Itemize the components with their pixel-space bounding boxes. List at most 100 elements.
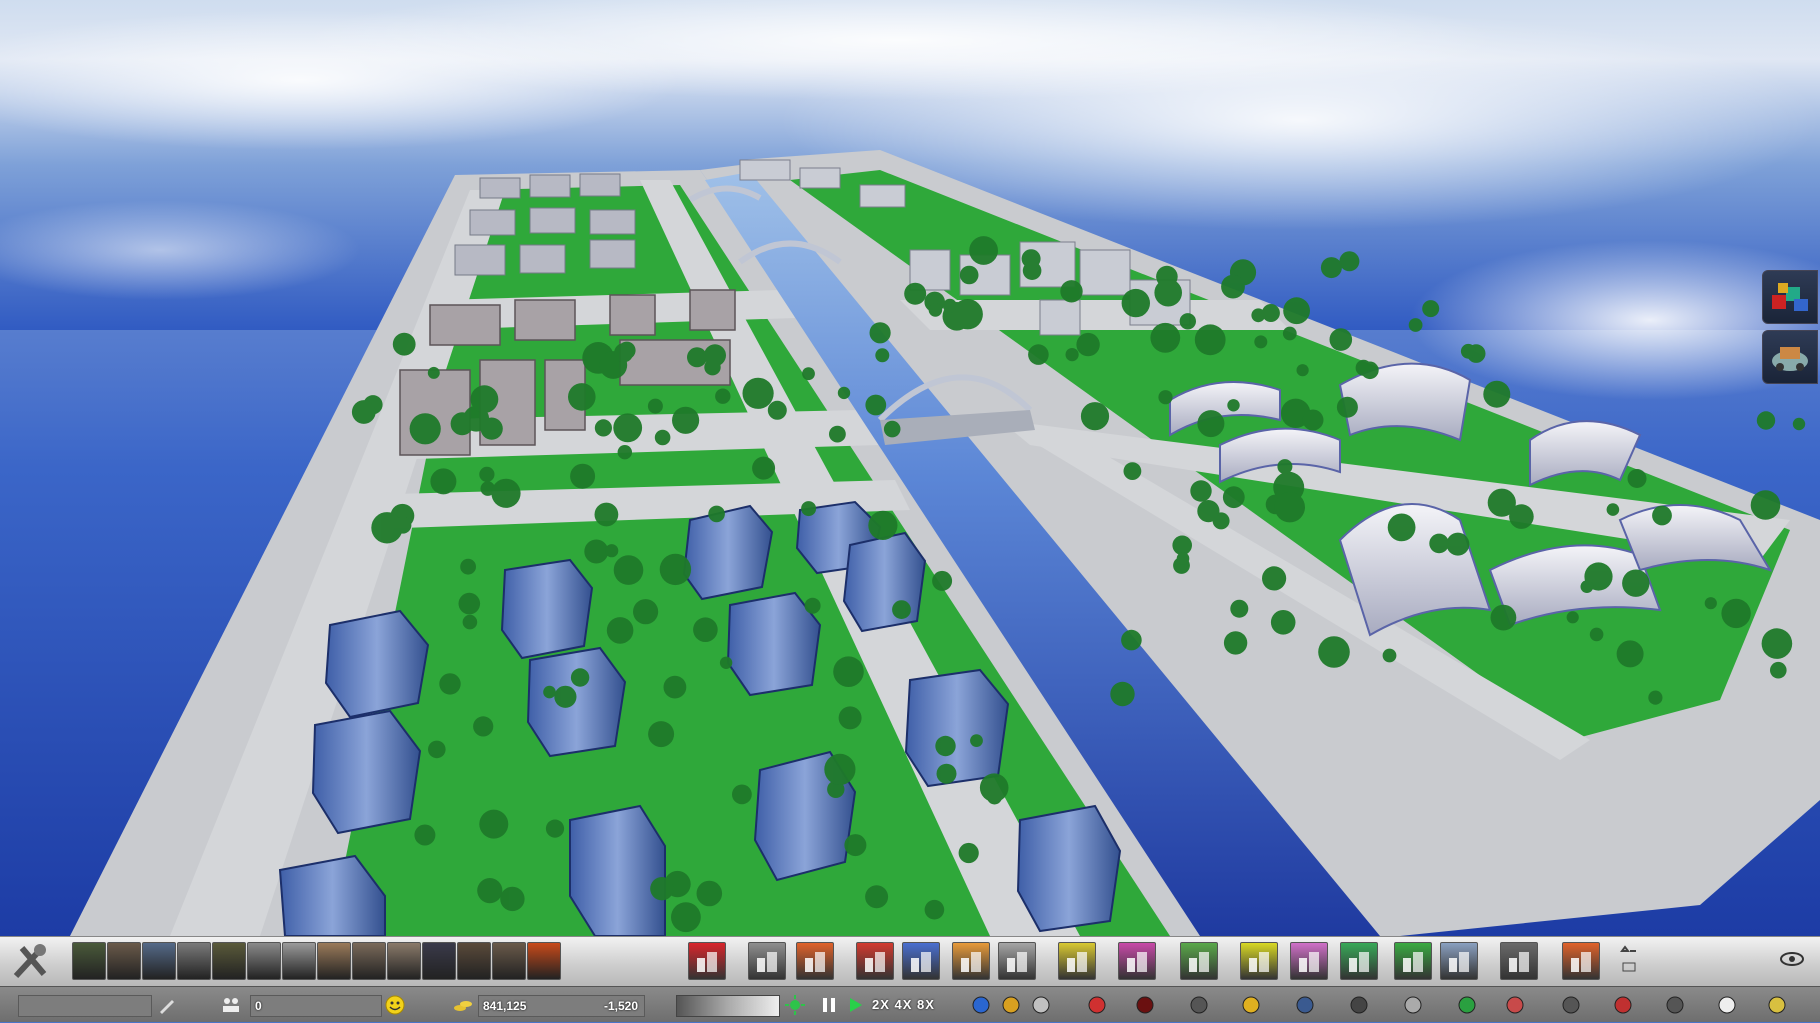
crime-icon[interactable] bbox=[1402, 994, 1424, 1016]
zone-storage-button[interactable] bbox=[1500, 942, 1538, 980]
nature-tool[interactable] bbox=[72, 942, 106, 980]
zone-road-button[interactable] bbox=[748, 942, 786, 980]
tree bbox=[865, 885, 889, 909]
goods-tool[interactable] bbox=[492, 942, 526, 980]
money-value: 841,125 bbox=[483, 999, 527, 1013]
tree bbox=[1490, 604, 1517, 631]
tree bbox=[648, 721, 675, 748]
cow-icon[interactable] bbox=[1716, 994, 1738, 1016]
tree bbox=[869, 322, 891, 344]
tree bbox=[928, 303, 943, 317]
tree bbox=[654, 429, 671, 446]
happiness-icon[interactable] bbox=[384, 994, 406, 1016]
factory-tool[interactable] bbox=[282, 942, 316, 980]
mining-tool[interactable] bbox=[107, 942, 141, 980]
home-icon[interactable] bbox=[1560, 994, 1582, 1016]
zone-civic-button[interactable] bbox=[1240, 942, 1278, 980]
stats-tool[interactable] bbox=[142, 942, 176, 980]
tree bbox=[942, 298, 957, 313]
zone-office-button[interactable] bbox=[998, 942, 1036, 980]
info-icon[interactable] bbox=[970, 994, 992, 1016]
zone-culture-button[interactable] bbox=[1290, 942, 1328, 980]
tree bbox=[959, 265, 979, 285]
tree bbox=[1770, 661, 1787, 679]
tree bbox=[837, 386, 851, 400]
pause-icon[interactable] bbox=[818, 994, 840, 1016]
tree bbox=[647, 398, 663, 414]
pollution-icon[interactable] bbox=[1664, 994, 1686, 1016]
tree bbox=[987, 789, 1002, 805]
zone-farm-button[interactable] bbox=[1180, 942, 1218, 980]
city-name-field[interactable] bbox=[18, 995, 152, 1017]
power-icon[interactable] bbox=[1086, 994, 1108, 1016]
education-icon[interactable] bbox=[1348, 994, 1370, 1016]
zone-commercial-button[interactable] bbox=[952, 942, 990, 980]
time-of-day-slider[interactable] bbox=[676, 995, 780, 1017]
tree bbox=[1336, 396, 1358, 418]
population-value: 0 bbox=[255, 999, 262, 1013]
zone-skyline-button[interactable] bbox=[1440, 942, 1478, 980]
tree bbox=[1721, 598, 1751, 629]
tree bbox=[1261, 304, 1280, 322]
zone-greenhouse-button[interactable] bbox=[1394, 942, 1432, 980]
tree bbox=[1422, 300, 1440, 318]
waste-tool[interactable] bbox=[212, 942, 246, 980]
play-icon[interactable] bbox=[844, 994, 866, 1016]
residential-icon bbox=[911, 952, 931, 972]
bag-icon[interactable] bbox=[1188, 994, 1210, 1016]
zone-health-button[interactable] bbox=[688, 942, 726, 980]
tree bbox=[1627, 469, 1647, 488]
paper-tool[interactable] bbox=[387, 942, 421, 980]
tree bbox=[1190, 480, 1212, 502]
build-tools-icon[interactable] bbox=[6, 940, 56, 984]
theatre-icon[interactable] bbox=[1766, 994, 1788, 1016]
tree bbox=[1121, 629, 1142, 651]
tree bbox=[672, 406, 700, 434]
fire-icon[interactable] bbox=[1612, 994, 1634, 1016]
vehicle-tool[interactable] bbox=[422, 942, 456, 980]
tree bbox=[458, 592, 481, 615]
water-drop-icon[interactable] bbox=[1030, 994, 1052, 1016]
zone-transit-button[interactable] bbox=[796, 942, 834, 980]
tree bbox=[958, 842, 979, 864]
tree bbox=[833, 656, 864, 687]
map-icon[interactable] bbox=[1504, 994, 1526, 1016]
zone-residential-button[interactable] bbox=[902, 942, 940, 980]
zone-leisure-button[interactable] bbox=[1118, 942, 1156, 980]
power-tool[interactable] bbox=[177, 942, 211, 980]
tree bbox=[1622, 569, 1650, 597]
fire-tool[interactable] bbox=[527, 942, 561, 980]
tree bbox=[824, 753, 856, 786]
tree bbox=[935, 735, 956, 757]
weather-icon[interactable] bbox=[1620, 945, 1640, 980]
zone-park-button[interactable] bbox=[1340, 942, 1378, 980]
tree bbox=[693, 617, 718, 642]
speed-buttons[interactable]: 2X 4X 8X bbox=[872, 987, 935, 1023]
tree bbox=[594, 419, 613, 437]
city-scene[interactable] bbox=[0, 0, 1820, 936]
materials-tool[interactable] bbox=[457, 942, 491, 980]
sun-icon[interactable] bbox=[784, 994, 806, 1016]
road-icon bbox=[757, 952, 777, 972]
tree bbox=[838, 706, 862, 730]
zone-education-button[interactable] bbox=[1058, 942, 1096, 980]
health-plus-icon[interactable] bbox=[1456, 994, 1478, 1016]
police-icon[interactable] bbox=[1294, 994, 1316, 1016]
tree bbox=[1227, 399, 1240, 412]
tree bbox=[500, 886, 525, 912]
crafting-tool[interactable] bbox=[352, 942, 386, 980]
resources-panel-button[interactable] bbox=[1762, 270, 1818, 324]
tree bbox=[1750, 490, 1781, 520]
warehouse-tool[interactable] bbox=[317, 942, 351, 980]
zone-demolish-button[interactable] bbox=[1562, 942, 1600, 980]
coin-overlay-icon[interactable] bbox=[1000, 994, 1022, 1016]
oil-icon[interactable] bbox=[1134, 994, 1156, 1016]
eye-icon[interactable] bbox=[1780, 951, 1804, 972]
tree bbox=[969, 236, 998, 265]
lab-tool[interactable] bbox=[247, 942, 281, 980]
pencil-icon[interactable] bbox=[156, 994, 178, 1016]
zone-industry-button[interactable] bbox=[856, 942, 894, 980]
worker-icon[interactable] bbox=[1240, 994, 1262, 1016]
transport-panel-button[interactable] bbox=[1762, 330, 1818, 384]
park-icon bbox=[1349, 952, 1369, 972]
